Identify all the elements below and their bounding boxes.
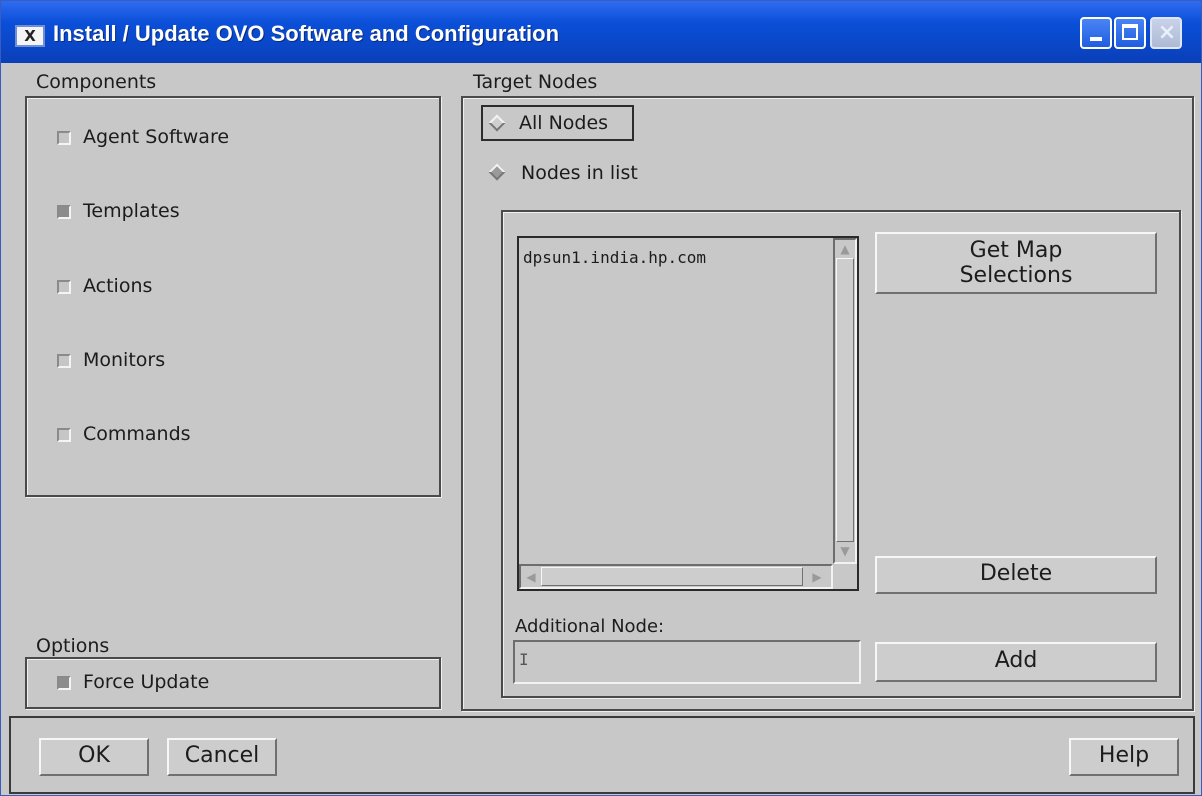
commands-label: Commands [83,423,191,445]
nodes-in-list-radio[interactable]: Nodes in list [481,159,681,187]
commands-checkbox[interactable] [57,428,71,442]
target-nodes-heading: Target Nodes [473,71,598,93]
add-button[interactable]: Add [875,642,1157,682]
components-frame: Agent Software Templates Actions Monitor… [25,96,441,497]
dialog-window: X Install / Update OVO Software and Conf… [0,0,1202,796]
all-nodes-label: All Nodes [519,112,609,134]
close-button[interactable]: × [1150,17,1182,49]
window-title: Install / Update OVO Software and Config… [53,21,560,46]
node-list-frame: dpsun1.india.hp.com ▲ ▼ ◀ ▶ Get Map Sele… [501,210,1181,698]
node-list-item[interactable]: dpsun1.india.hp.com [523,248,706,267]
all-nodes-radio[interactable]: All Nodes [481,105,634,141]
monitors-label: Monitors [83,349,166,371]
radio-diamond-icon [488,163,506,181]
title-bar[interactable]: X Install / Update OVO Software and Conf… [1,1,1201,63]
maximize-button[interactable] [1114,17,1146,49]
node-list[interactable]: dpsun1.india.hp.com ▲ ▼ ◀ ▶ [517,236,859,591]
force-update-label: Force Update [83,671,210,693]
additional-node-label: Additional Node: [515,616,665,637]
options-heading: Options [36,635,110,657]
options-frame: Force Update [25,657,441,709]
text-cursor-icon: I [519,650,529,669]
minimize-icon [1090,37,1102,41]
footer-bar: OK Cancel Help [9,718,1195,794]
actions-label: Actions [83,275,153,297]
nodes-in-list-label: Nodes in list [521,162,638,184]
horizontal-scrollbar[interactable]: ◀ ▶ [519,564,833,589]
agent-software-checkbox[interactable] [57,131,71,145]
vertical-scrollbar[interactable]: ▲ ▼ [833,238,857,564]
components-heading: Components [36,71,157,93]
actions-checkbox[interactable] [57,280,71,294]
templates-checkbox[interactable] [57,205,71,219]
horizontal-scroll-thumb[interactable] [541,567,803,586]
templates-label: Templates [83,200,180,222]
vertical-scroll-thumb[interactable] [836,258,854,542]
force-update-checkbox[interactable] [57,676,71,690]
help-button[interactable]: Help [1069,738,1179,776]
ok-button[interactable]: OK [39,738,149,776]
cancel-button[interactable]: Cancel [167,738,277,776]
agent-software-label: Agent Software [83,126,230,148]
delete-button[interactable]: Delete [875,556,1157,594]
monitors-checkbox[interactable] [57,354,71,368]
close-icon: × [1157,20,1177,45]
minimize-button[interactable] [1080,17,1112,49]
maximize-icon [1122,24,1138,40]
additional-node-field[interactable]: I [513,640,861,684]
scroll-down-arrow-icon[interactable]: ▼ [837,544,853,558]
x-window-icon[interactable]: X [15,25,45,47]
target-nodes-frame: All Nodes Nodes in list dpsun1.india.hp.… [461,96,1194,711]
scroll-left-arrow-icon[interactable]: ◀ [523,569,539,585]
radio-diamond-icon [488,114,506,132]
scroll-right-arrow-icon[interactable]: ▶ [809,569,825,585]
get-map-selections-button[interactable]: Get Map Selections [875,232,1157,294]
scroll-up-arrow-icon[interactable]: ▲ [837,242,853,256]
